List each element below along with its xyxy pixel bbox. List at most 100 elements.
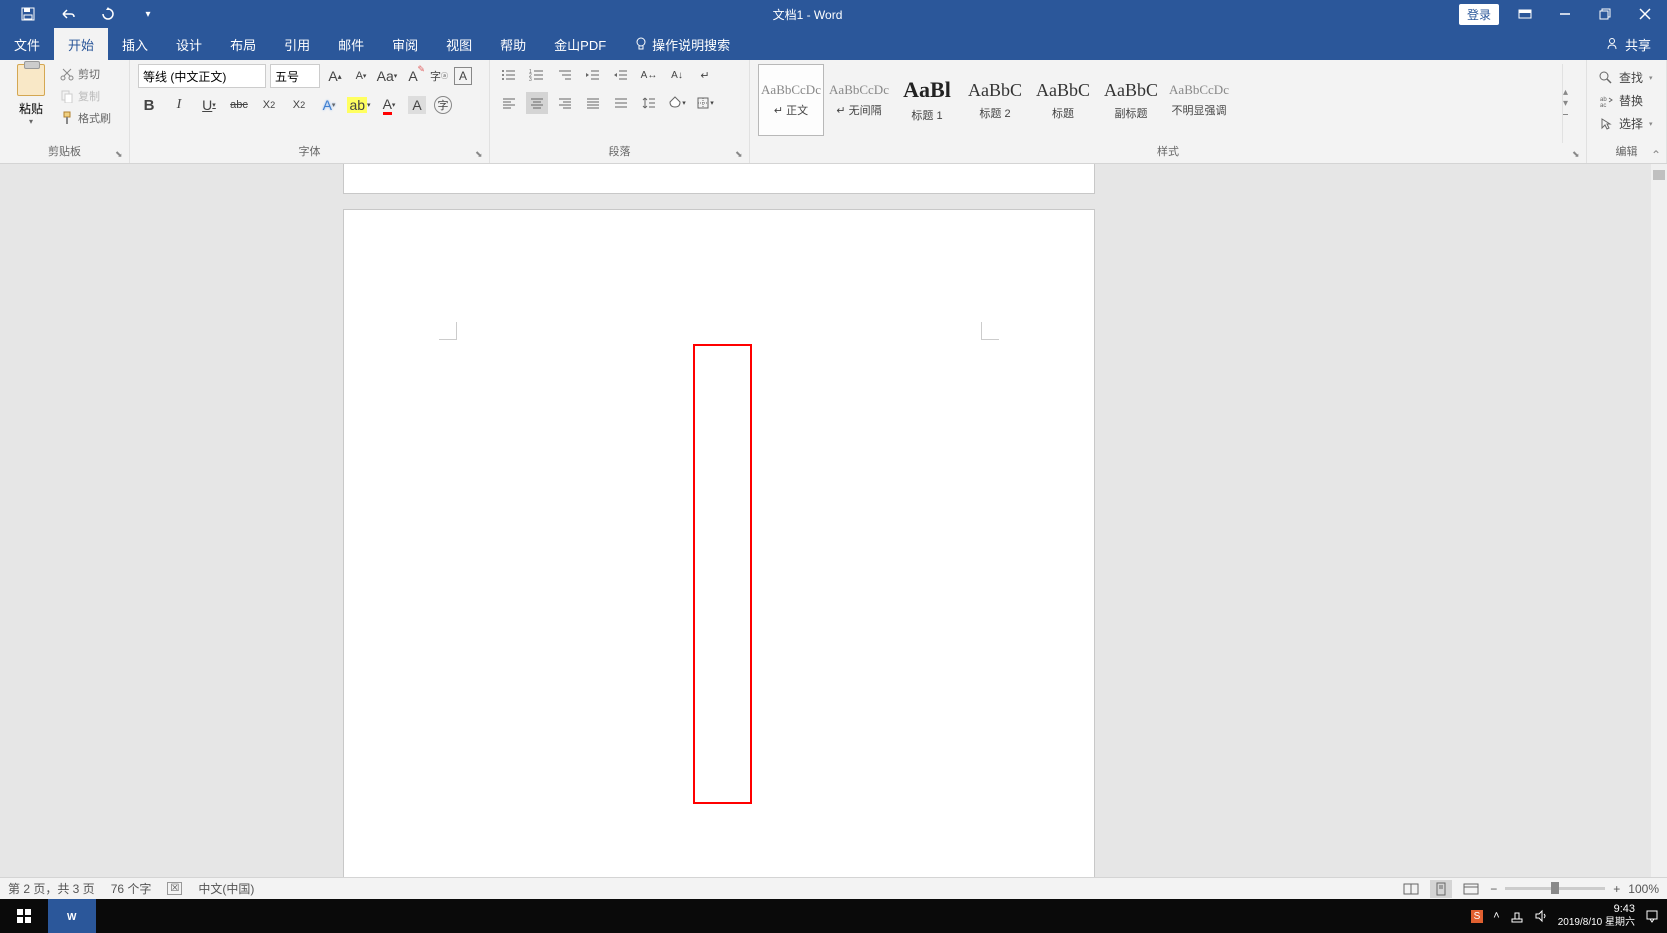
tab-tellme[interactable]: 操作说明搜索 bbox=[620, 28, 744, 60]
tray-volume-icon[interactable] bbox=[1534, 909, 1548, 923]
highlight-button[interactable]: ab▾ bbox=[348, 94, 370, 116]
tab-help[interactable]: 帮助 bbox=[486, 28, 540, 60]
styles-launcher-icon[interactable]: ⬊ bbox=[1572, 149, 1582, 159]
borders-button[interactable]: ▾ bbox=[694, 92, 716, 114]
ribbon-display-icon[interactable] bbox=[1511, 4, 1539, 24]
document-page[interactable] bbox=[343, 209, 1095, 877]
tab-references[interactable]: 引用 bbox=[270, 28, 324, 60]
word-count[interactable]: 76 个字 bbox=[111, 880, 152, 897]
style-item-2[interactable]: AaBl标题 1 bbox=[894, 64, 960, 136]
line-spacing-button[interactable] bbox=[638, 92, 660, 114]
tab-mailings[interactable]: 邮件 bbox=[324, 28, 378, 60]
italic-button[interactable]: I bbox=[168, 94, 190, 116]
tray-network-icon[interactable] bbox=[1510, 909, 1524, 923]
clear-formatting-button[interactable]: A✎ bbox=[402, 65, 424, 87]
tray-chevron-icon[interactable]: ˄ bbox=[1493, 910, 1499, 922]
replace-button[interactable]: abac 替换 bbox=[1595, 89, 1658, 112]
select-button[interactable]: 选择▾ bbox=[1595, 112, 1658, 135]
scroll-thumb[interactable] bbox=[1653, 170, 1665, 180]
tray-ime-icon[interactable]: S bbox=[1471, 910, 1484, 923]
align-right-button[interactable] bbox=[554, 92, 576, 114]
text-effects-button[interactable]: A▾ bbox=[318, 94, 340, 116]
start-button[interactable] bbox=[0, 899, 48, 933]
tab-jinshan-pdf[interactable]: 金山PDF bbox=[540, 28, 620, 60]
tab-design[interactable]: 设计 bbox=[162, 28, 216, 60]
strikethrough-button[interactable]: abc bbox=[228, 94, 250, 116]
zoom-out-button[interactable]: − bbox=[1490, 882, 1497, 896]
taskbar-clock[interactable]: 9:43 2019/8/10 星期六 bbox=[1558, 903, 1635, 928]
increase-indent-button[interactable] bbox=[610, 64, 632, 86]
login-button[interactable]: 登录 bbox=[1459, 4, 1499, 25]
font-name-input[interactable] bbox=[138, 64, 266, 88]
language-status[interactable]: 中文(中国) bbox=[198, 880, 254, 897]
vertical-scrollbar[interactable] bbox=[1651, 164, 1667, 877]
paragraph-launcher-icon[interactable]: ⬊ bbox=[735, 149, 745, 159]
font-color-button[interactable]: A▾ bbox=[378, 94, 400, 116]
read-mode-button[interactable] bbox=[1400, 880, 1422, 898]
tab-review[interactable]: 审阅 bbox=[378, 28, 432, 60]
style-item-4[interactable]: AaBbC标题 bbox=[1030, 64, 1096, 136]
paste-button[interactable]: 粘贴 ▾ bbox=[8, 64, 54, 128]
zoom-thumb[interactable] bbox=[1551, 882, 1559, 894]
clipboard-launcher-icon[interactable]: ⬊ bbox=[115, 149, 125, 159]
web-layout-button[interactable] bbox=[1460, 880, 1482, 898]
cut-button[interactable]: 剪切 bbox=[58, 64, 113, 84]
shading-button[interactable]: ▾ bbox=[666, 92, 688, 114]
undo-icon[interactable] bbox=[60, 6, 76, 22]
share-button[interactable]: 共享 bbox=[1605, 35, 1667, 54]
show-marks-button[interactable]: ↵ bbox=[694, 64, 716, 86]
decrease-indent-button[interactable] bbox=[582, 64, 604, 86]
asian-layout-button[interactable]: A↔ bbox=[638, 64, 660, 86]
format-painter-button[interactable]: 格式刷 bbox=[58, 108, 113, 128]
change-case-button[interactable]: Aa▾ bbox=[376, 65, 398, 87]
taskbar-word-app[interactable]: W bbox=[48, 899, 96, 933]
multilevel-list-button[interactable] bbox=[554, 64, 576, 86]
sort-button[interactable]: A↓ bbox=[666, 64, 688, 86]
zoom-slider[interactable] bbox=[1505, 887, 1605, 890]
tab-insert[interactable]: 插入 bbox=[108, 28, 162, 60]
align-left-button[interactable] bbox=[498, 92, 520, 114]
zoom-in-button[interactable]: + bbox=[1613, 882, 1620, 896]
enclose-character-button[interactable]: 字 bbox=[434, 96, 452, 114]
tab-home[interactable]: 开始 bbox=[54, 28, 108, 60]
distributed-button[interactable] bbox=[610, 92, 632, 114]
character-border-button[interactable]: A bbox=[454, 67, 472, 85]
previous-page-bottom[interactable] bbox=[343, 164, 1095, 194]
tab-file[interactable]: 文件 bbox=[0, 28, 54, 60]
page-info[interactable]: 第 2 页，共 3 页 bbox=[8, 880, 95, 897]
underline-button[interactable]: U▾ bbox=[198, 94, 220, 116]
tab-view[interactable]: 视图 bbox=[432, 28, 486, 60]
subscript-button[interactable]: X2 bbox=[258, 94, 280, 116]
minimize-icon[interactable] bbox=[1551, 4, 1579, 24]
copy-button[interactable]: 复制 bbox=[58, 86, 113, 106]
zoom-level[interactable]: 100% bbox=[1628, 882, 1659, 896]
bullets-button[interactable] bbox=[498, 64, 520, 86]
shrink-font-button[interactable]: A▾ bbox=[350, 65, 372, 87]
justify-button[interactable] bbox=[582, 92, 604, 114]
style-item-5[interactable]: AaBbC副标题 bbox=[1098, 64, 1164, 136]
superscript-button[interactable]: X2 bbox=[288, 94, 310, 116]
styles-more-button[interactable]: ▴▾⎯ bbox=[1562, 64, 1578, 143]
style-item-0[interactable]: AaBbCcDc↵ 正文 bbox=[758, 64, 824, 136]
find-button[interactable]: 查找▾ bbox=[1595, 66, 1658, 89]
collapse-ribbon-icon[interactable]: ⌃ bbox=[1651, 148, 1661, 162]
restore-icon[interactable] bbox=[1591, 4, 1619, 24]
print-layout-button[interactable] bbox=[1430, 880, 1452, 898]
save-icon[interactable] bbox=[20, 6, 36, 22]
font-size-input[interactable] bbox=[270, 64, 320, 88]
phonetic-guide-button[interactable]: 字ⓐ bbox=[428, 65, 450, 87]
notification-icon[interactable] bbox=[1645, 909, 1659, 923]
style-item-3[interactable]: AaBbC标题 2 bbox=[962, 64, 1028, 136]
bold-button[interactable]: B bbox=[138, 94, 160, 116]
align-center-button[interactable] bbox=[526, 92, 548, 114]
style-item-1[interactable]: AaBbCcDc↵ 无间隔 bbox=[826, 64, 892, 136]
close-icon[interactable] bbox=[1631, 4, 1659, 24]
grow-font-button[interactable]: A▴ bbox=[324, 65, 346, 87]
proofing-icon[interactable]: ☒ bbox=[167, 882, 182, 895]
style-item-6[interactable]: AaBbCcDc不明显强调 bbox=[1166, 64, 1232, 136]
qat-more-icon[interactable]: ▾ bbox=[140, 6, 156, 22]
tab-layout[interactable]: 布局 bbox=[216, 28, 270, 60]
redo-icon[interactable] bbox=[100, 6, 116, 22]
font-launcher-icon[interactable]: ⬊ bbox=[475, 149, 485, 159]
numbering-button[interactable]: 123 bbox=[526, 64, 548, 86]
